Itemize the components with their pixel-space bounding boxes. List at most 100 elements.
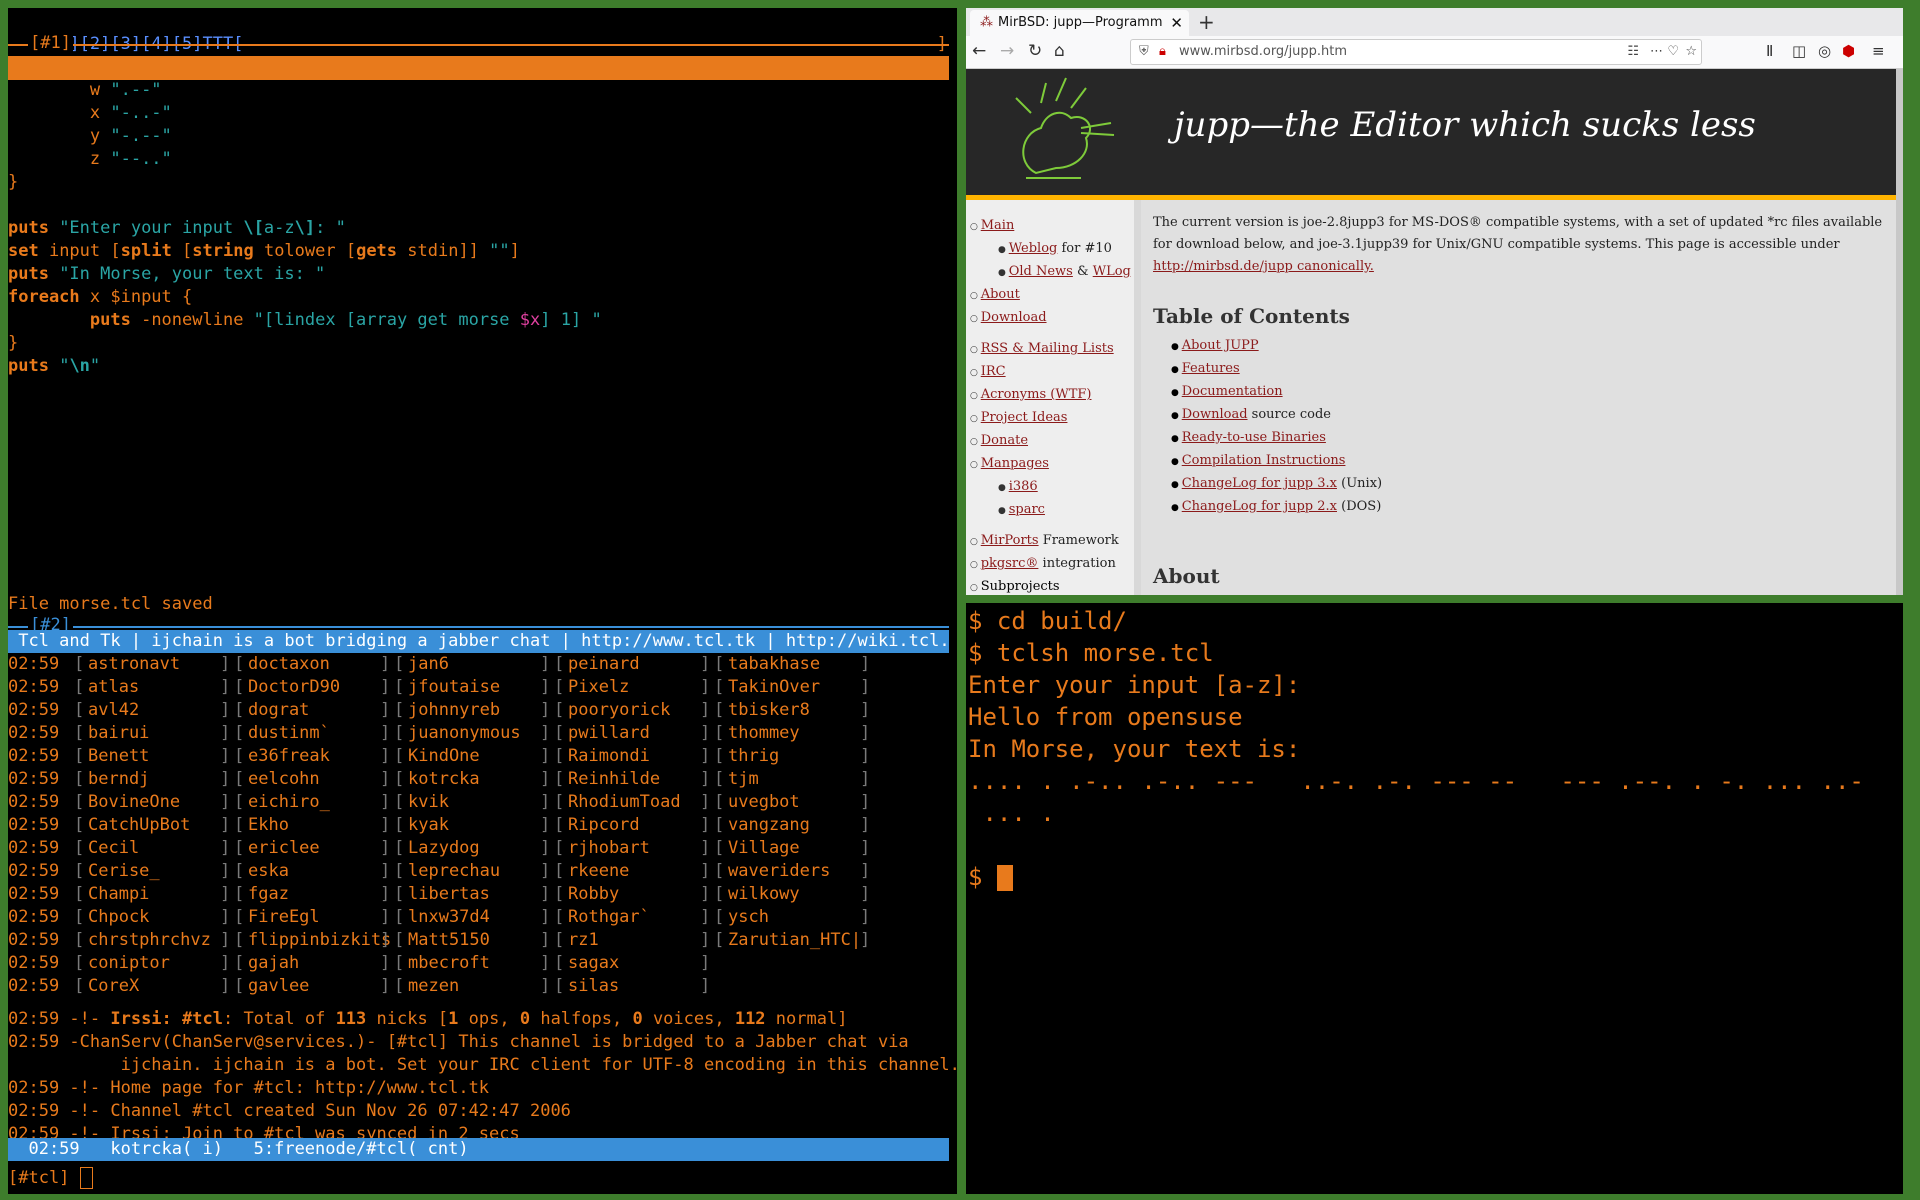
nick-entry[interactable]: CoreX: [88, 975, 139, 998]
sidebar-link[interactable]: WLog: [1093, 264, 1131, 279]
reload-icon[interactable]: ↻: [1028, 39, 1042, 63]
nick-entry[interactable]: flippinbizkits: [248, 929, 391, 952]
nick-entry[interactable]: ericlee: [248, 837, 320, 860]
nick-entry[interactable]: thommey: [728, 722, 800, 745]
sidebar-link[interactable]: RSS & Mailing Lists: [981, 341, 1114, 356]
nick-entry[interactable]: mezen: [408, 975, 459, 998]
sidebar-link[interactable]: MirPorts: [981, 533, 1039, 548]
toc-link[interactable]: Documentation: [1182, 384, 1283, 399]
nick-entry[interactable]: rjhobart: [568, 837, 650, 860]
nick-entry[interactable]: eelcohn: [248, 768, 320, 791]
sidebar-icon[interactable]: ◫: [1792, 39, 1806, 63]
nick-entry[interactable]: libertas: [408, 883, 490, 906]
reader-view-icon[interactable]: ☷: [1627, 40, 1639, 64]
nick-entry[interactable]: silas: [568, 975, 619, 998]
nick-entry[interactable]: vangzang: [728, 814, 810, 837]
sidebar-link[interactable]: Main: [981, 218, 1015, 233]
nick-entry[interactable]: Raimondi: [568, 745, 650, 768]
page-scrollbar[interactable]: [1896, 69, 1903, 595]
sidebar-item[interactable]: ○ Main: [970, 218, 1014, 233]
sidebar-item[interactable]: ● sparc: [998, 502, 1045, 517]
browser-tab[interactable]: ⁂ MirBSD: jupp—Programm ✕: [970, 10, 1189, 36]
toc-link[interactable]: About JUPP: [1182, 338, 1259, 353]
toc-item[interactable]: ● Compilation Instructions: [1171, 453, 1871, 476]
sidebar-item[interactable]: ○ Project Ideas: [970, 410, 1067, 425]
shell-terminal-pane[interactable]: $ cd build/ $ tclsh morse.tcl Enter your i…: [966, 603, 1903, 1194]
sidebar-item[interactable]: ● Old News & WLog: [998, 264, 1131, 279]
nick-entry[interactable]: kotrcka: [408, 768, 480, 791]
nick-entry[interactable]: TakinOver: [728, 676, 820, 699]
nick-entry[interactable]: jfoutaise: [408, 676, 500, 699]
firefox-window[interactable]: ⁂ MirBSD: jupp—Programm ✕ + ← → ↻ ⌂ ⛨ 🔒︎…: [966, 8, 1903, 595]
forward-icon[interactable]: →: [1000, 39, 1014, 63]
page-actions-icon[interactable]: ⋯: [1650, 40, 1663, 64]
nick-entry[interactable]: DoctorD90: [248, 676, 340, 699]
nick-entry[interactable]: thrig: [728, 745, 779, 768]
new-tab-icon[interactable]: +: [1198, 10, 1215, 34]
toc-item[interactable]: ● ChangeLog for jupp 3.x (Unix): [1171, 476, 1871, 499]
sidebar-item[interactable]: ○ Manpages: [970, 456, 1049, 471]
nick-entry[interactable]: uvegbot: [728, 791, 800, 814]
toc-link[interactable]: Download: [1182, 407, 1248, 422]
nick-entry[interactable]: ysch: [728, 906, 769, 929]
nick-entry[interactable]: Chpock: [88, 906, 149, 929]
nick-entry[interactable]: RhodiumToad: [568, 791, 681, 814]
toc-item[interactable]: ● Documentation: [1171, 384, 1871, 407]
sidebar-link[interactable]: Acronyms (WTF): [981, 387, 1092, 402]
sidebar-link[interactable]: IRC: [981, 364, 1006, 379]
nick-entry[interactable]: Rothgar`: [568, 906, 650, 929]
nick-entry[interactable]: Zarutian_HTC|: [728, 929, 861, 952]
bookmark-star-icon[interactable]: ☆: [1685, 40, 1697, 64]
nick-entry[interactable]: mbecroft: [408, 952, 490, 975]
sidebar-item[interactable]: ○ About: [970, 287, 1020, 302]
nick-entry[interactable]: fgaz: [248, 883, 289, 906]
nick-entry[interactable]: Reinhilde: [568, 768, 660, 791]
library-icon[interactable]: Ⅱ: [1766, 39, 1773, 63]
nick-entry[interactable]: Cerise_: [88, 860, 160, 883]
nick-entry[interactable]: jan6: [408, 653, 449, 676]
nick-entry[interactable]: pooryorick: [568, 699, 670, 722]
toc-link[interactable]: Ready-to-use Binaries: [1182, 430, 1326, 445]
nick-entry[interactable]: Robby: [568, 883, 619, 906]
menu-icon[interactable]: ≡: [1872, 39, 1885, 63]
sidebar-link[interactable]: Project Ideas: [981, 410, 1068, 425]
sidebar-link[interactable]: i386: [1009, 479, 1038, 494]
sidebar-link[interactable]: pkgsrc®: [981, 556, 1039, 571]
shell-output[interactable]: $ cd build/ $ tclsh morse.tcl Enter your i…: [968, 605, 1864, 893]
nick-entry[interactable]: BovineOne: [88, 791, 180, 814]
nick-entry[interactable]: avl42: [88, 699, 139, 722]
nick-entry[interactable]: waveriders: [728, 860, 830, 883]
insecure-lock-icon[interactable]: 🔒︎: [1159, 40, 1166, 64]
nick-entry[interactable]: juanonymous: [408, 722, 521, 745]
toc-item[interactable]: ● Download source code: [1171, 407, 1871, 430]
nick-entry[interactable]: peinard: [568, 653, 640, 676]
sidebar-item[interactable]: ● i386: [998, 479, 1038, 494]
nick-entry[interactable]: tbisker8: [728, 699, 810, 722]
nick-entry[interactable]: tjm: [728, 768, 759, 791]
sidebar-item[interactable]: ○ Subprojects: [970, 579, 1060, 594]
nick-entry[interactable]: eska: [248, 860, 289, 883]
nick-entry[interactable]: Benett: [88, 745, 149, 768]
nick-entry[interactable]: doctaxon: [248, 653, 330, 676]
sidebar-link[interactable]: Donate: [981, 433, 1028, 448]
account-icon[interactable]: ◎: [1818, 39, 1831, 63]
nick-entry[interactable]: FireEgl: [248, 906, 320, 929]
nick-entry[interactable]: Cecil: [88, 837, 139, 860]
sidebar-item[interactable]: ○ MirPorts Framework: [970, 533, 1119, 548]
sidebar-link[interactable]: sparc: [1009, 502, 1045, 517]
nick-entry[interactable]: Lazydog: [408, 837, 480, 860]
url-bar[interactable]: ⛨ 🔒︎ www.mirbsd.org/jupp.htm ☷ ⋯ ♡ ☆: [1130, 39, 1702, 65]
sidebar-link[interactable]: Old News: [1009, 264, 1073, 279]
nick-entry[interactable]: kyak: [408, 814, 449, 837]
back-icon[interactable]: ←: [972, 39, 986, 63]
nick-entry[interactable]: berndj: [88, 768, 149, 791]
nick-entry[interactable]: bairui: [88, 722, 149, 745]
toc-link[interactable]: ChangeLog for jupp 2.x: [1182, 499, 1337, 514]
nick-entry[interactable]: Ripcord: [568, 814, 640, 837]
nick-entry[interactable]: Village: [728, 837, 800, 860]
nick-entry[interactable]: pwillard: [568, 722, 650, 745]
shield-icon[interactable]: ⛨: [1139, 40, 1149, 64]
left-terminal-pane[interactable]: [1][2][3][4][5]TTT[] [#1] I morse.tcl R3…: [8, 8, 957, 1194]
nick-entry[interactable]: Matt5150: [408, 929, 490, 952]
nick-entry[interactable]: lnxw37d4: [408, 906, 490, 929]
